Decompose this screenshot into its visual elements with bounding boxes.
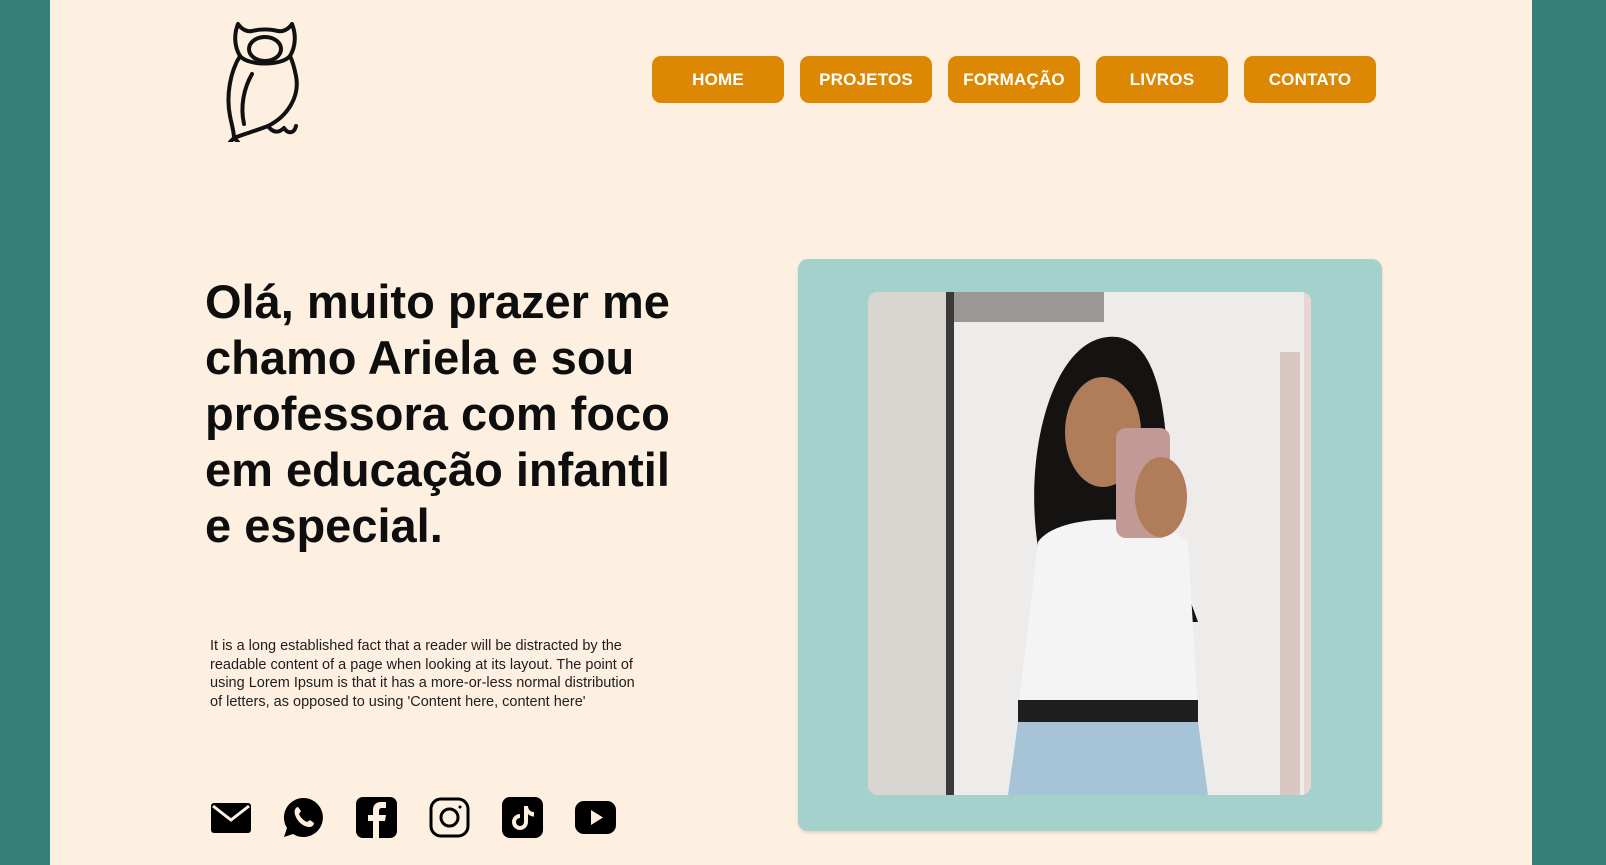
hero-description: It is a long established fact that a rea… <box>210 638 635 710</box>
youtube-icon[interactable] <box>575 797 616 838</box>
page: HOME PROJETOS FORMAÇÃO LIVROS CONTATO Ol… <box>50 0 1532 865</box>
instagram-icon[interactable] <box>429 797 470 838</box>
nav-contato-button[interactable]: CONTATO <box>1244 56 1376 103</box>
photo-frame <box>798 259 1382 831</box>
tiktok-icon[interactable] <box>502 797 543 838</box>
nav-projetos-button[interactable]: PROJETOS <box>800 56 932 103</box>
nav-home-button[interactable]: HOME <box>652 56 784 103</box>
nav-formacao-button[interactable]: FORMAÇÃO <box>948 56 1080 103</box>
profile-photo <box>868 292 1311 795</box>
social-links <box>210 797 616 838</box>
main-nav: HOME PROJETOS FORMAÇÃO LIVROS CONTATO <box>652 56 1376 103</box>
mail-icon[interactable] <box>210 797 251 838</box>
owl-logo-icon[interactable] <box>222 16 308 144</box>
facebook-icon[interactable] <box>356 797 397 838</box>
nav-livros-button[interactable]: LIVROS <box>1096 56 1228 103</box>
hero-headline: Olá, muito prazer me chamo Ariela e sou … <box>205 275 670 552</box>
whatsapp-icon[interactable] <box>283 797 324 838</box>
